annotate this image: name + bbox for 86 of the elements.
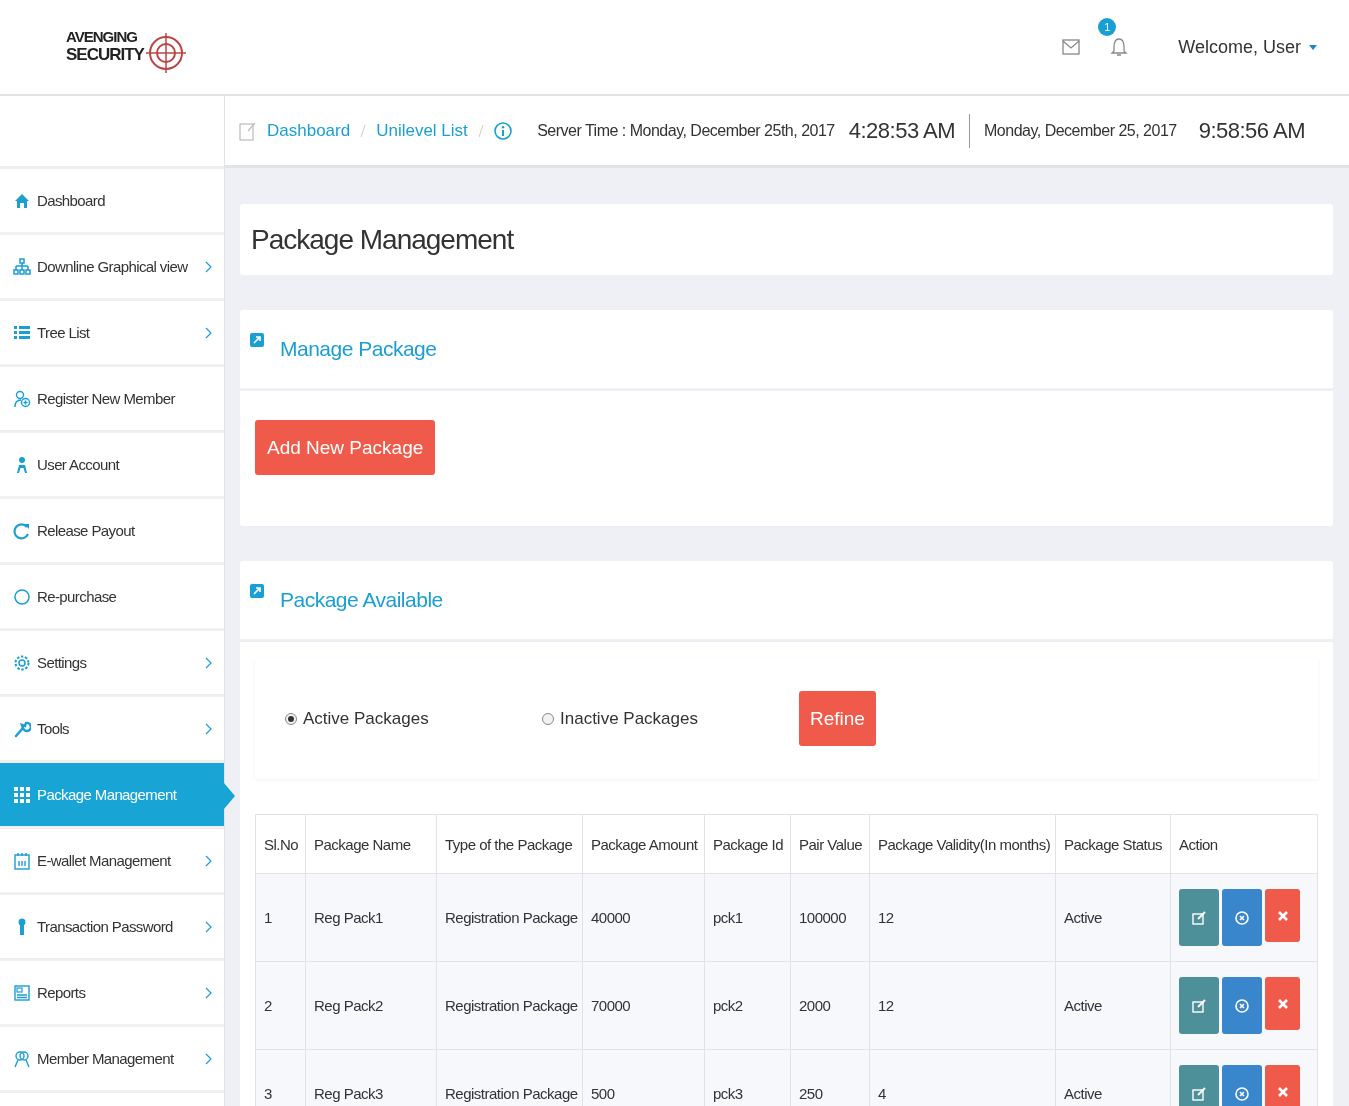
table-cell: Active	[1055, 1049, 1171, 1106]
page-title: Package Management	[251, 223, 514, 256]
panel-title: Package Available	[280, 588, 443, 612]
table-cell: Registration Package	[436, 961, 583, 1050]
refresh-icon	[13, 521, 31, 540]
edit-button[interactable]	[1179, 1065, 1219, 1106]
external-link-icon	[250, 584, 264, 598]
sitemap-icon	[13, 257, 31, 276]
circle-icon	[13, 587, 31, 606]
radio-option[interactable]: Active Packages	[285, 708, 542, 729]
radio-button[interactable]	[542, 712, 554, 725]
table-cell: 2000	[790, 961, 870, 1050]
column-header: Sl.No	[255, 814, 306, 874]
table-cell: 12	[869, 961, 1056, 1050]
table-cell: 2	[255, 961, 306, 1050]
table-cell: 40000	[582, 873, 705, 962]
column-header: Package Validity(In months)	[869, 814, 1056, 874]
calendar-icon	[13, 851, 31, 870]
column-header: Package Status	[1055, 814, 1171, 874]
delete-button[interactable]	[1265, 977, 1300, 1030]
external-link-icon	[250, 333, 264, 347]
delete-button[interactable]	[1265, 889, 1300, 942]
caret-icon	[1309, 44, 1317, 50]
column-header: Action	[1170, 814, 1318, 874]
table-cell: Active	[1055, 873, 1171, 962]
delete-button[interactable]	[1265, 1065, 1300, 1106]
table-cell: 70000	[582, 961, 705, 1050]
edit-icon	[1192, 998, 1206, 1013]
users-icon	[13, 1049, 31, 1068]
info-icon[interactable]	[493, 121, 512, 140]
table-cell: 500	[582, 1049, 705, 1106]
edit-button[interactable]	[1179, 889, 1219, 946]
radio-button[interactable]	[285, 712, 297, 725]
logo: AVENGING SECURITY	[66, 29, 144, 65]
table-cell: Registration Package	[436, 1049, 583, 1106]
local-clock: 9:58:56 AM	[1198, 117, 1305, 144]
close-icon	[1277, 1086, 1288, 1097]
circle-x-icon	[1235, 998, 1249, 1013]
slash-icon	[360, 123, 367, 138]
column-header: Package Id	[704, 814, 791, 874]
table-cell: Reg Pack1	[305, 873, 437, 962]
column-header: Type of the Package	[436, 814, 583, 874]
column-header: Package Amount	[582, 814, 705, 874]
local-date: Monday, December 25, 2017	[984, 121, 1177, 140]
table-cell: 3	[255, 1049, 306, 1106]
server-time-label: Server Time : Monday, December 25th, 2017	[537, 121, 835, 140]
table-cell: Reg Pack2	[305, 961, 437, 1050]
table-cell: 1	[255, 873, 306, 962]
mail-icon[interactable]	[1062, 39, 1081, 55]
toggle-button[interactable]	[1222, 977, 1262, 1034]
table-cell: Active	[1055, 961, 1171, 1050]
server-clock: 4:28:53 AM	[848, 117, 956, 144]
edit-icon	[239, 120, 257, 141]
table-cell: pck2	[704, 961, 791, 1050]
wrench-icon	[13, 719, 31, 738]
close-icon	[1277, 998, 1288, 1009]
edit-button[interactable]	[1179, 977, 1219, 1034]
add-user-icon	[13, 389, 31, 408]
bell-icon[interactable]	[1110, 36, 1129, 58]
slash-icon	[477, 123, 484, 138]
circle-x-icon	[1235, 910, 1249, 925]
table-cell: pck1	[704, 873, 791, 962]
list-icon	[13, 323, 31, 342]
grid-icon	[13, 785, 31, 804]
table-cell: 4	[869, 1049, 1056, 1106]
toggle-button[interactable]	[1222, 889, 1262, 946]
table-cell: pck3	[704, 1049, 791, 1106]
settings-icon	[13, 653, 31, 672]
crosshair-icon	[145, 33, 186, 73]
close-icon	[1277, 910, 1288, 921]
edit-icon	[1192, 910, 1206, 925]
document-icon	[13, 983, 31, 1002]
radio-option[interactable]: Inactive Packages	[542, 708, 799, 729]
panel-title: Manage Package	[280, 337, 437, 361]
table-cell: Registration Package	[436, 873, 583, 962]
notification-badge: 1	[1098, 18, 1117, 36]
table-cell: 12	[869, 873, 1056, 962]
circle-x-icon	[1235, 1086, 1249, 1101]
table-cell: 100000	[790, 873, 870, 962]
edit-icon	[1192, 1086, 1206, 1101]
toggle-button[interactable]	[1222, 1065, 1262, 1106]
home-icon	[13, 191, 31, 210]
column-header: Pair Value	[790, 814, 870, 874]
table-cell: 250	[790, 1049, 870, 1106]
column-header: Package Name	[305, 814, 437, 874]
table-cell: Reg Pack3	[305, 1049, 437, 1106]
